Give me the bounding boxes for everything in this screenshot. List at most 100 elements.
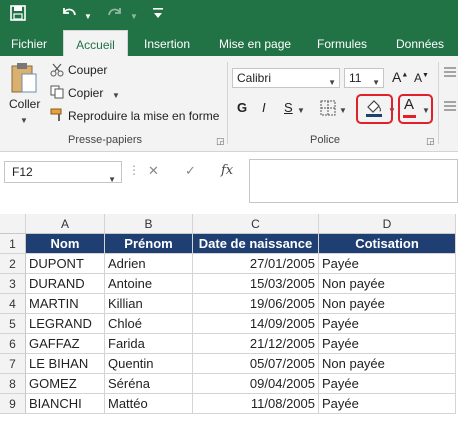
table-cell[interactable]: 27/01/2005 bbox=[193, 254, 319, 274]
table-cell[interactable]: GOMEZ bbox=[26, 374, 105, 394]
table-cell[interactable]: Payée bbox=[319, 314, 456, 334]
table-cell[interactable]: Payée bbox=[319, 334, 456, 354]
table-cell[interactable]: Non payée bbox=[319, 354, 456, 374]
bold-button[interactable]: G bbox=[237, 100, 247, 115]
table-cell[interactable]: Antoine bbox=[105, 274, 193, 294]
borders-icon[interactable] bbox=[320, 100, 336, 119]
row-header[interactable]: 4 bbox=[0, 294, 26, 314]
font-name-value: Calibri bbox=[237, 71, 272, 85]
table-cell[interactable]: 21/12/2005 bbox=[193, 334, 319, 354]
italic-button[interactable]: I bbox=[262, 100, 266, 115]
table-cell[interactable]: Non payée bbox=[319, 274, 456, 294]
format-painter-icon[interactable] bbox=[50, 108, 64, 125]
fx-icon[interactable]: fx bbox=[221, 163, 233, 178]
table-cell[interactable]: GAFFAZ bbox=[26, 334, 105, 354]
borders-dropdown-icon[interactable]: ▼ bbox=[339, 106, 347, 115]
table-cell[interactable]: Séréna bbox=[105, 374, 193, 394]
font-name-combo[interactable]: Calibri ▼ bbox=[232, 68, 340, 88]
row-header[interactable]: 1 bbox=[0, 234, 26, 254]
tab-donnees[interactable]: Données bbox=[396, 30, 444, 56]
grow-font-button[interactable]: A▲ bbox=[392, 69, 408, 85]
table-cell[interactable]: LE BIHAN bbox=[26, 354, 105, 374]
copy-dropdown-icon[interactable]: ▼ bbox=[112, 91, 120, 100]
header-cell[interactable]: Nom bbox=[26, 234, 105, 254]
format-painter-button[interactable]: Reproduire la mise en forme bbox=[68, 109, 219, 123]
copy-button[interactable]: Copier bbox=[68, 86, 103, 100]
row-header[interactable]: 3 bbox=[0, 274, 26, 294]
paste-button[interactable]: Coller bbox=[9, 97, 40, 111]
table-cell[interactable]: DUPONT bbox=[26, 254, 105, 274]
table-cell[interactable]: Non payée bbox=[319, 294, 456, 314]
table-cell[interactable]: 11/08/2005 bbox=[193, 394, 319, 414]
table-cell[interactable]: DURAND bbox=[26, 274, 105, 294]
row-header[interactable]: 2 bbox=[0, 254, 26, 274]
save-icon[interactable] bbox=[10, 5, 26, 26]
row-header[interactable]: 8 bbox=[0, 374, 26, 394]
tab-accueil[interactable]: Accueil bbox=[63, 30, 128, 56]
column-header-a[interactable]: A bbox=[26, 214, 105, 234]
column-header-d[interactable]: D bbox=[319, 214, 456, 234]
row-header[interactable]: 7 bbox=[0, 354, 26, 374]
title-bar: ▼ ▼ bbox=[0, 0, 458, 30]
undo-icon[interactable] bbox=[60, 5, 78, 26]
header-cell[interactable]: Date de naissance bbox=[193, 234, 319, 254]
font-launcher-icon[interactable]: ◲ bbox=[426, 136, 435, 147]
column-header-b[interactable]: B bbox=[105, 214, 193, 234]
row-header[interactable]: 5 bbox=[0, 314, 26, 334]
column-header-c[interactable]: C bbox=[193, 214, 319, 234]
paste-icon[interactable] bbox=[10, 62, 38, 99]
shrink-font-button[interactable]: A▼ bbox=[414, 71, 429, 85]
chevron-down-icon[interactable]: ▼ bbox=[328, 74, 336, 92]
chevron-down-icon[interactable]: ▼ bbox=[372, 74, 380, 92]
table-cell[interactable]: MARTIN bbox=[26, 294, 105, 314]
table-cell[interactable]: 19/06/2005 bbox=[193, 294, 319, 314]
cut-icon[interactable] bbox=[50, 63, 64, 80]
font-color-highlight bbox=[398, 94, 433, 124]
customize-qat-icon[interactable] bbox=[152, 6, 164, 25]
copy-icon[interactable] bbox=[50, 85, 64, 102]
table-cell[interactable]: BIANCHI bbox=[26, 394, 105, 414]
redo-icon[interactable] bbox=[106, 5, 124, 26]
table-cell[interactable]: 14/09/2005 bbox=[193, 314, 319, 334]
table-cell[interactable]: Payée bbox=[319, 394, 456, 414]
table-cell[interactable]: Killian bbox=[105, 294, 193, 314]
cut-button[interactable]: Couper bbox=[68, 63, 107, 77]
undo-dropdown-icon[interactable]: ▼ bbox=[84, 8, 92, 26]
group-divider bbox=[227, 62, 228, 144]
table-cell[interactable]: Farida bbox=[105, 334, 193, 354]
formula-input[interactable] bbox=[249, 159, 458, 203]
select-all-corner[interactable] bbox=[0, 214, 26, 234]
tab-mise-en-page[interactable]: Mise en page bbox=[219, 30, 291, 56]
tab-formules[interactable]: Formules bbox=[317, 30, 367, 56]
group-divider bbox=[438, 62, 439, 144]
table-cell[interactable]: Payée bbox=[319, 374, 456, 394]
tab-insertion[interactable]: Insertion bbox=[144, 30, 190, 56]
table-cell[interactable]: Quentin bbox=[105, 354, 193, 374]
table-cell[interactable]: Payée bbox=[319, 254, 456, 274]
clipboard-launcher-icon[interactable]: ◲ bbox=[216, 136, 225, 147]
table-cell[interactable]: Mattéo bbox=[105, 394, 193, 414]
name-box[interactable]: F12 ▼ bbox=[4, 161, 122, 184]
align-top-icon[interactable] bbox=[444, 66, 456, 81]
row-header[interactable]: 6 bbox=[0, 334, 26, 354]
table-cell[interactable]: 05/07/2005 bbox=[193, 354, 319, 374]
redo-dropdown-icon[interactable]: ▼ bbox=[130, 8, 138, 26]
header-cell[interactable]: Cotisation bbox=[319, 234, 456, 254]
table-cell[interactable]: LEGRAND bbox=[26, 314, 105, 334]
header-cell[interactable]: Prénom bbox=[105, 234, 193, 254]
splitter-icon[interactable]: ⋮ bbox=[128, 163, 140, 177]
underline-button[interactable]: S bbox=[284, 100, 293, 115]
underline-dropdown-icon[interactable]: ▼ bbox=[297, 106, 305, 115]
table-cell[interactable]: Chloé bbox=[105, 314, 193, 334]
tab-fichier[interactable]: Fichier bbox=[11, 30, 47, 56]
row-header[interactable]: 9 bbox=[0, 394, 26, 414]
table-cell[interactable]: Adrien bbox=[105, 254, 193, 274]
cancel-icon[interactable]: ✕ bbox=[148, 163, 159, 179]
table-cell[interactable]: 15/03/2005 bbox=[193, 274, 319, 294]
chevron-down-icon[interactable]: ▼ bbox=[108, 169, 116, 190]
paste-dropdown-icon[interactable]: ▼ bbox=[20, 116, 28, 125]
align-left-icon[interactable] bbox=[444, 100, 456, 115]
font-size-combo[interactable]: 11 ▼ bbox=[344, 68, 384, 88]
table-cell[interactable]: 09/04/2005 bbox=[193, 374, 319, 394]
enter-icon[interactable]: ✓ bbox=[185, 163, 196, 179]
